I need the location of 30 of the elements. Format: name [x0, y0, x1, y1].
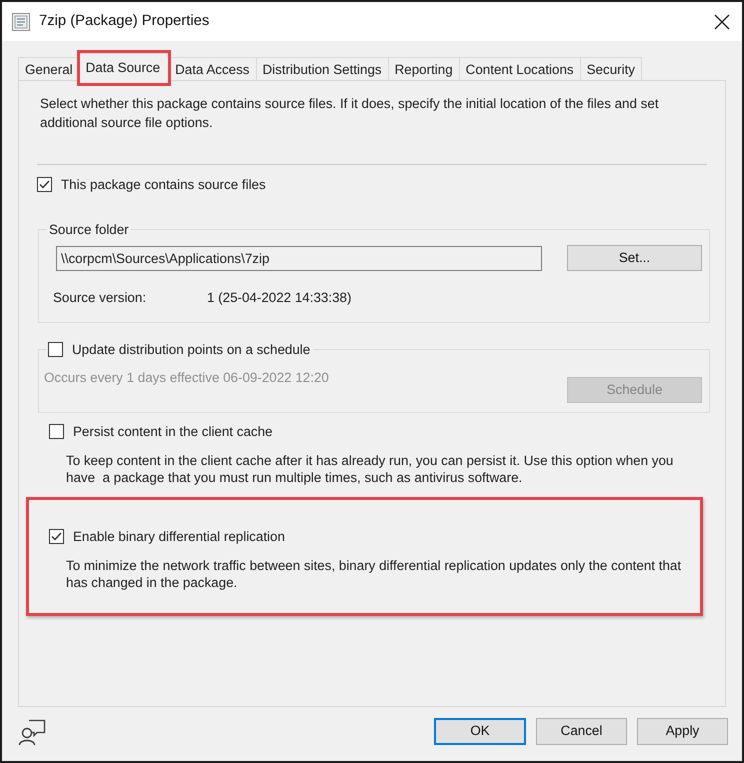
tab[interactable]: General — [18, 57, 80, 80]
ok-button[interactable]: OK — [434, 718, 526, 745]
cancel-button[interactable]: Cancel — [536, 718, 627, 745]
checkbox-label[interactable]: Persist content in the client cache — [73, 422, 272, 440]
option-description: To keep content in the client cache after it has already run, you can persist it. Use this option when you have a package that you must run multiple times, such as antivirus software. — [66, 452, 674, 486]
schedule-summary: Occurs every 1 days effective 06-09-2022 12:20 — [44, 369, 329, 386]
checkmark-icon — [51, 532, 62, 540]
tab[interactable]: Reporting — [388, 57, 460, 80]
checkbox[interactable] — [37, 176, 52, 192]
checkmark-icon — [39, 180, 50, 188]
set-button[interactable]: Set... — [567, 245, 702, 271]
close-icon — [714, 14, 730, 30]
version-value: 1 (25-04-2022 14:33:38) — [207, 289, 352, 306]
window-title: 7zip (Package) Properties — [39, 12, 210, 32]
checkbox[interactable] — [48, 342, 63, 357]
checkbox-label[interactable]: Update distribution points on a schedule — [72, 341, 310, 358]
tab[interactable]: Security — [580, 57, 642, 80]
document-icon — [12, 12, 30, 30]
person-bubble-icon[interactable] — [18, 718, 46, 746]
description-text: Select whether this package contains source files. If it does, specify the initial location of the files and set additional source file options. — [39, 95, 660, 132]
checkbox-label[interactable]: Enable binary differential replication — [73, 528, 285, 544]
checkbox-label[interactable]: This package contains source files — [61, 176, 266, 192]
checkbox[interactable] — [49, 528, 64, 544]
tab[interactable]: Distribution Settings — [256, 57, 389, 80]
version-label: Source version: — [53, 289, 148, 306]
option-description: To minimize the network traffic between sites, binary differential replication updates only the content that has changed in the package. — [66, 557, 682, 591]
apply-button[interactable]: Apply — [637, 718, 728, 745]
checkbox[interactable] — [49, 424, 64, 438]
path-field[interactable]: \\corpcm\Sources\Applications\7zip — [56, 246, 542, 270]
close-button[interactable] — [714, 14, 730, 30]
